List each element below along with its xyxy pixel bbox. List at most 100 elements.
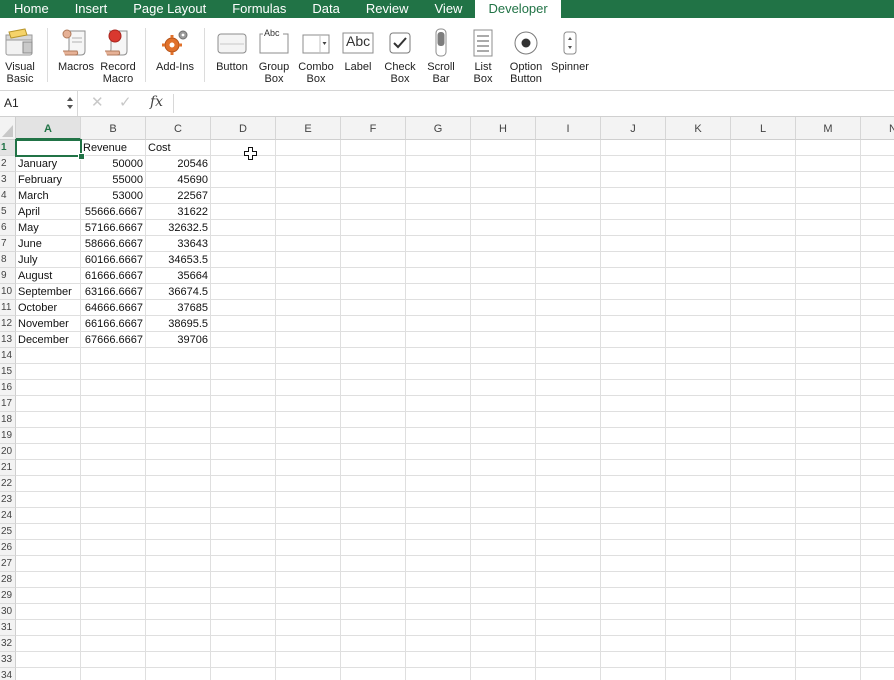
cell-a19[interactable]: [16, 428, 81, 444]
cell-m5[interactable]: [796, 204, 861, 220]
cell-b12[interactable]: 66166.6667: [81, 316, 146, 332]
cell-d21[interactable]: [211, 460, 276, 476]
cell-n17[interactable]: [861, 396, 894, 412]
form-control-check-box[interactable]: Check Box: [381, 26, 419, 85]
cell-f33[interactable]: [341, 652, 406, 668]
cell-d23[interactable]: [211, 492, 276, 508]
cell-n21[interactable]: [861, 460, 894, 476]
column-header-m[interactable]: M: [796, 117, 861, 140]
cell-g26[interactable]: [406, 540, 471, 556]
cell-b6[interactable]: 57166.6667: [81, 220, 146, 236]
tab-review[interactable]: Review: [353, 0, 422, 18]
cell-n5[interactable]: [861, 204, 894, 220]
cell-g16[interactable]: [406, 380, 471, 396]
form-control-group-box[interactable]: Abc Group Box: [256, 26, 292, 85]
cell-f23[interactable]: [341, 492, 406, 508]
cell-l31[interactable]: [731, 620, 796, 636]
cell-b23[interactable]: [81, 492, 146, 508]
cell-a31[interactable]: [16, 620, 81, 636]
cell-d34[interactable]: [211, 668, 276, 680]
cell-m6[interactable]: [796, 220, 861, 236]
row-header-15[interactable]: 15: [0, 364, 16, 380]
visual-basic-button[interactable]: Visual Basic: [2, 26, 38, 85]
cell-g3[interactable]: [406, 172, 471, 188]
cell-l21[interactable]: [731, 460, 796, 476]
row-header-25[interactable]: 25: [0, 524, 16, 540]
cell-n14[interactable]: [861, 348, 894, 364]
cell-l29[interactable]: [731, 588, 796, 604]
cell-n9[interactable]: [861, 268, 894, 284]
cell-j18[interactable]: [601, 412, 666, 428]
cell-l11[interactable]: [731, 300, 796, 316]
cell-h4[interactable]: [471, 188, 536, 204]
cell-c34[interactable]: [146, 668, 211, 680]
cell-c16[interactable]: [146, 380, 211, 396]
cell-e31[interactable]: [276, 620, 341, 636]
cell-l34[interactable]: [731, 668, 796, 680]
cell-h7[interactable]: [471, 236, 536, 252]
cell-h17[interactable]: [471, 396, 536, 412]
cell-f22[interactable]: [341, 476, 406, 492]
cell-n8[interactable]: [861, 252, 894, 268]
cell-j28[interactable]: [601, 572, 666, 588]
row-header-7[interactable]: 7: [0, 236, 16, 252]
cell-n30[interactable]: [861, 604, 894, 620]
cell-f29[interactable]: [341, 588, 406, 604]
cell-h29[interactable]: [471, 588, 536, 604]
cell-h9[interactable]: [471, 268, 536, 284]
row-header-28[interactable]: 28: [0, 572, 16, 588]
cell-m16[interactable]: [796, 380, 861, 396]
cell-k6[interactable]: [666, 220, 731, 236]
cell-f8[interactable]: [341, 252, 406, 268]
cell-g2[interactable]: [406, 156, 471, 172]
cell-i10[interactable]: [536, 284, 601, 300]
cell-h24[interactable]: [471, 508, 536, 524]
form-control-spinner[interactable]: Spinner: [549, 26, 591, 73]
cell-d19[interactable]: [211, 428, 276, 444]
cell-j5[interactable]: [601, 204, 666, 220]
cell-k7[interactable]: [666, 236, 731, 252]
cell-e1[interactable]: [276, 140, 341, 156]
cell-b25[interactable]: [81, 524, 146, 540]
cell-n22[interactable]: [861, 476, 894, 492]
cell-f34[interactable]: [341, 668, 406, 680]
cell-h14[interactable]: [471, 348, 536, 364]
cell-k1[interactable]: [666, 140, 731, 156]
cell-b8[interactable]: 60166.6667: [81, 252, 146, 268]
cell-d29[interactable]: [211, 588, 276, 604]
cell-j7[interactable]: [601, 236, 666, 252]
cell-d8[interactable]: [211, 252, 276, 268]
column-header-a[interactable]: A: [16, 117, 81, 140]
cell-d12[interactable]: [211, 316, 276, 332]
row-header-16[interactable]: 16: [0, 380, 16, 396]
cell-l15[interactable]: [731, 364, 796, 380]
cell-j22[interactable]: [601, 476, 666, 492]
cell-m14[interactable]: [796, 348, 861, 364]
cell-d31[interactable]: [211, 620, 276, 636]
cell-j14[interactable]: [601, 348, 666, 364]
column-header-b[interactable]: B: [81, 117, 146, 140]
tab-home[interactable]: Home: [0, 0, 62, 18]
cell-d26[interactable]: [211, 540, 276, 556]
cell-i15[interactable]: [536, 364, 601, 380]
row-header-12[interactable]: 12: [0, 316, 16, 332]
cell-a5[interactable]: April: [16, 204, 81, 220]
cell-l30[interactable]: [731, 604, 796, 620]
cell-h10[interactable]: [471, 284, 536, 300]
cell-d25[interactable]: [211, 524, 276, 540]
cell-k12[interactable]: [666, 316, 731, 332]
tab-developer[interactable]: Developer: [475, 0, 561, 18]
cell-j29[interactable]: [601, 588, 666, 604]
cell-i2[interactable]: [536, 156, 601, 172]
cell-b1[interactable]: Revenue: [81, 140, 146, 156]
cell-b30[interactable]: [81, 604, 146, 620]
cell-d5[interactable]: [211, 204, 276, 220]
cell-j21[interactable]: [601, 460, 666, 476]
cell-m7[interactable]: [796, 236, 861, 252]
cell-n26[interactable]: [861, 540, 894, 556]
cell-g13[interactable]: [406, 332, 471, 348]
cell-n10[interactable]: [861, 284, 894, 300]
cell-d16[interactable]: [211, 380, 276, 396]
cell-k11[interactable]: [666, 300, 731, 316]
cell-k19[interactable]: [666, 428, 731, 444]
